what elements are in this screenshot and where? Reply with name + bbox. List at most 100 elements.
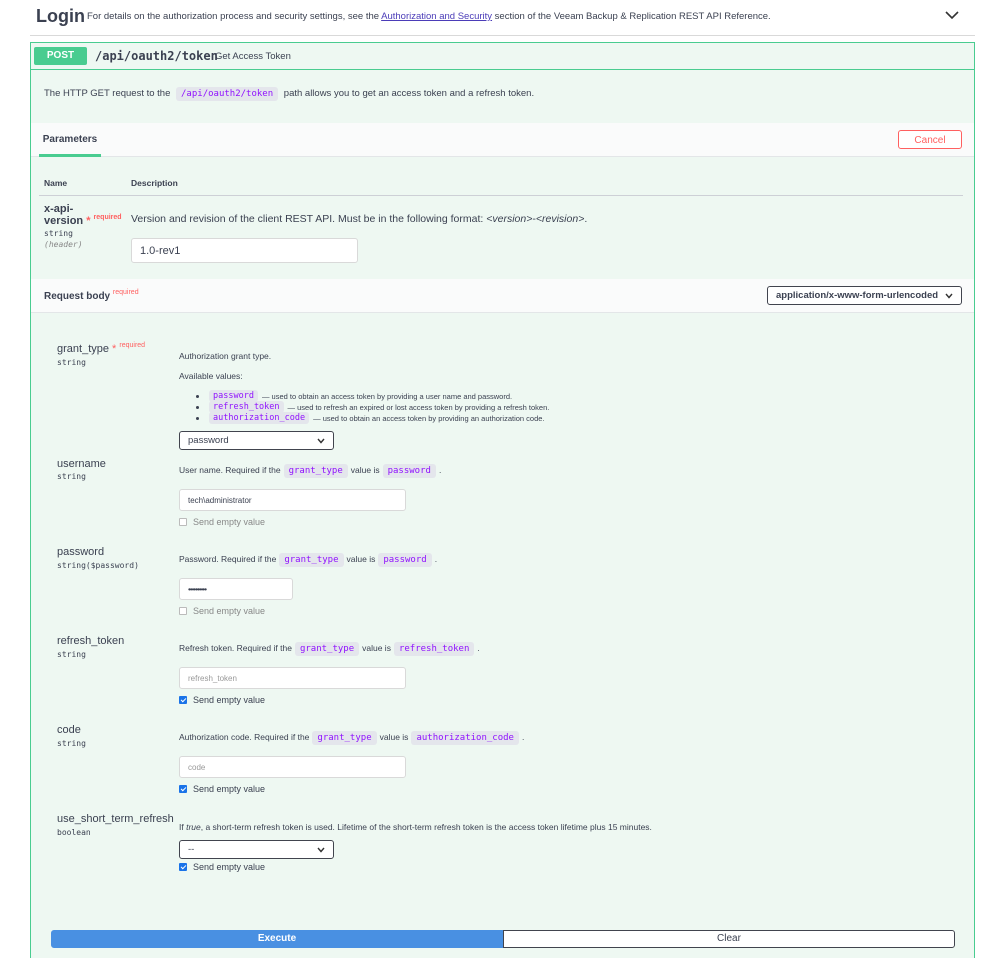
value-text: — used to obtain an access token by prov…: [313, 413, 545, 423]
operation-description: The HTTP GET request to the /api/oauth2/…: [44, 87, 534, 101]
refresh-token-input[interactable]: refresh_token: [179, 667, 406, 689]
param-location: (header): [44, 240, 83, 249]
field-name-code: code: [57, 724, 81, 736]
x-api-version-input[interactable]: 1.0-rev1: [131, 238, 358, 263]
send-empty-label: Send empty value: [193, 517, 266, 527]
bullet-dot: [196, 416, 199, 420]
value-code: authorization_code: [209, 412, 310, 424]
available-values-label: Available values:: [179, 371, 243, 381]
request-body-label: Request body required: [44, 289, 139, 302]
code-type: string: [57, 739, 86, 748]
required-label: required: [119, 342, 146, 349]
refresh-token-type: string: [57, 650, 86, 659]
code-description: Authorization code. Required if the grant…: [179, 731, 524, 745]
operation-block: POST /api/oauth2/token Get Access Token …: [30, 42, 975, 958]
chevron-down-icon: [317, 847, 325, 853]
chevron-down-icon: [945, 293, 953, 299]
refresh-token-description: Refresh token. Required if the grant_type…: [179, 642, 480, 656]
desc-prefix: Refresh token. Required if the: [179, 643, 292, 653]
op-desc-suffix: path allows you to get an access token a…: [283, 88, 535, 99]
xav-desc-prefix: Version and revision of the client REST …: [131, 213, 487, 225]
field-name-grant-type: grant_type * required: [57, 342, 146, 357]
bullet-dot: [196, 394, 199, 398]
op-desc-code: /api/oauth2/token: [176, 87, 279, 101]
method-badge: POST: [34, 47, 87, 65]
username-input[interactable]: tech\administrator: [179, 489, 406, 511]
refresh-token-send-empty[interactable]: Send empty value: [179, 695, 265, 705]
xav-desc-revision: <revision>: [535, 213, 585, 225]
content-type-select[interactable]: application/x-www-form-urlencoded: [767, 286, 962, 305]
password-type: string($password): [57, 561, 139, 570]
column-description-header: Description: [131, 178, 178, 188]
tag-header[interactable]: Login For details on the authorization p…: [30, 0, 975, 36]
x-api-version-description: Version and revision of the client REST …: [131, 213, 587, 225]
send-empty-checkbox[interactable]: [179, 785, 187, 793]
required-label: required: [93, 214, 122, 221]
bullet-dot: [196, 405, 199, 409]
request-body-required: required: [112, 289, 139, 296]
use-short-term-refresh-description: If true, a short-term refresh token is u…: [179, 822, 652, 832]
value-text: — used to obtain an access token by prov…: [261, 391, 513, 401]
operation-summary[interactable]: POST /api/oauth2/token Get Access Token: [31, 43, 974, 70]
grant-type-selected: password: [188, 435, 229, 446]
xav-desc-end: .: [584, 213, 588, 225]
grant-type-type: string: [57, 358, 86, 367]
desc-code2: authorization_code: [411, 731, 519, 745]
username-description: User name. Required if the grant_type valu…: [179, 464, 441, 478]
tab-parameters[interactable]: Parameters: [39, 123, 101, 157]
required-star: *: [112, 343, 117, 355]
send-empty-checkbox[interactable]: [179, 607, 187, 615]
clear-button[interactable]: Clear: [503, 930, 955, 948]
desc-mid: value is: [346, 554, 376, 564]
param-name-line1: x-api-: [44, 203, 74, 215]
execute-button[interactable]: Execute: [51, 930, 503, 948]
username-send-empty[interactable]: Send empty value: [179, 517, 265, 527]
param-type: string: [44, 229, 73, 238]
column-name-header: Name: [44, 178, 68, 188]
desc-mid: value is: [350, 465, 380, 475]
field-name-use-short-term-refresh: use_short_term_refresh: [57, 813, 174, 825]
send-empty-checkbox[interactable]: [179, 518, 187, 526]
use-short-term-refresh-send-empty[interactable]: Send empty value: [179, 862, 265, 872]
request-body-header: Request body required application/x-www-…: [31, 279, 974, 313]
value-text: — used to refresh an expired or lost acc…: [287, 402, 550, 412]
grant-type-description: Authorization grant type.: [179, 351, 272, 361]
required-star: *: [86, 215, 91, 227]
operation-path: /api/oauth2/token: [95, 49, 218, 63]
cancel-button[interactable]: Cancel: [898, 130, 962, 149]
send-empty-checkbox[interactable]: [179, 696, 187, 704]
password-input[interactable]: ••••••••••: [179, 578, 293, 600]
send-empty-label: Send empty value: [193, 606, 266, 616]
desc-mid: value is: [362, 643, 391, 653]
send-empty-label: Send empty value: [193, 784, 266, 794]
param-name-x-api-version: x-api- version * required: [44, 203, 122, 229]
desc-end: .: [434, 554, 438, 564]
desc-code1: grant_type: [312, 731, 377, 745]
use-short-term-refresh-select[interactable]: --: [179, 840, 334, 859]
username-type: string: [57, 472, 86, 481]
send-empty-label: Send empty value: [193, 862, 266, 872]
desc-mid: value is: [379, 732, 409, 742]
xav-desc-version: <version>: [486, 213, 533, 225]
desc-code2: refresh_token: [393, 642, 475, 656]
desc-end: .: [438, 465, 442, 475]
grant-type-select[interactable]: password: [179, 431, 334, 450]
desc-prefix: Authorization code. Required if the: [179, 732, 310, 742]
content-type-value: application/x-www-form-urlencoded: [776, 290, 939, 301]
field-name-username: username: [57, 458, 106, 470]
code-send-empty[interactable]: Send empty value: [179, 784, 265, 794]
password-send-empty[interactable]: Send empty value: [179, 606, 265, 616]
authorization-security-link[interactable]: Authorization and Security: [381, 11, 492, 22]
desc-end: .: [477, 643, 480, 653]
desc-code2: password: [378, 553, 432, 567]
code-input[interactable]: code: [179, 756, 406, 778]
desc-prefix: User name. Required if the: [179, 465, 281, 475]
desc-prefix: Password. Required if the: [179, 554, 277, 564]
request-body-label-text: Request body: [44, 291, 111, 302]
send-empty-checkbox[interactable]: [179, 863, 187, 871]
collapse-chevron-icon[interactable]: [943, 6, 961, 24]
field-name-refresh-token: refresh_token: [57, 635, 125, 647]
desc-end: .: [521, 732, 525, 742]
op-desc-prefix: The HTTP GET request to the: [44, 88, 171, 99]
send-empty-label: Send empty value: [193, 695, 266, 705]
